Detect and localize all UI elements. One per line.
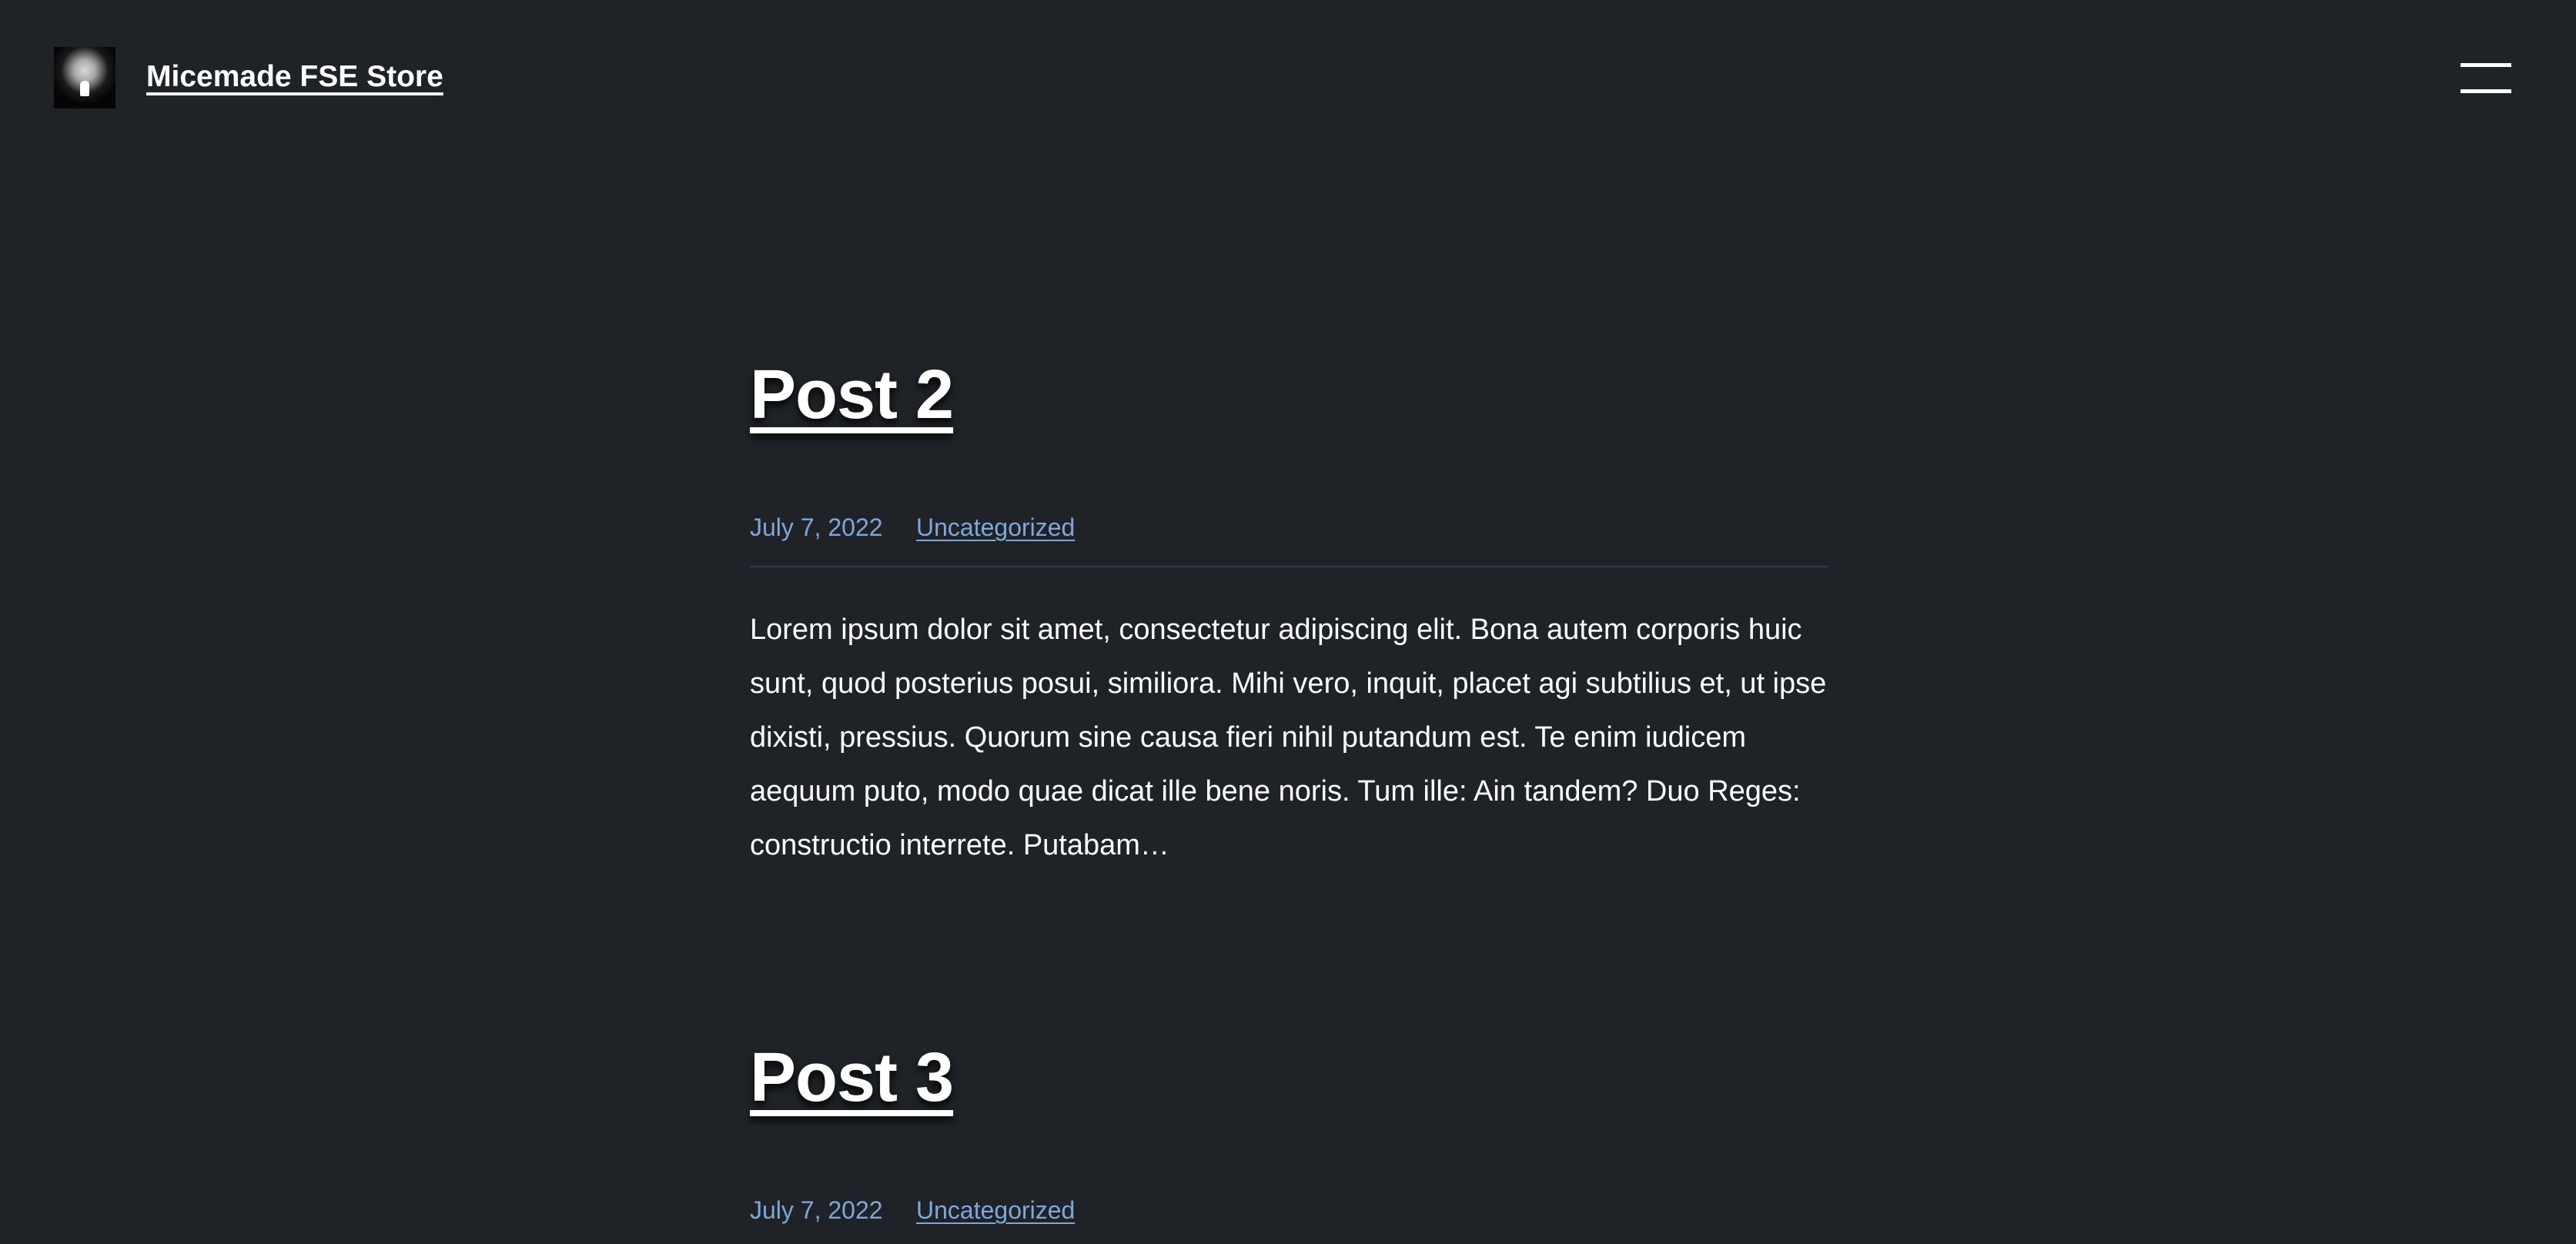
hamburger-menu-icon[interactable] [2461, 60, 2511, 97]
post-category-link[interactable]: Uncategorized [916, 512, 1075, 543]
logo-figure [80, 81, 89, 96]
post-item: Post 3 July 7, 2022 Uncategorized [750, 1033, 1828, 1224]
post-item: Post 2 July 7, 2022 Uncategorized Lorem … [750, 350, 1828, 861]
site-title-link[interactable]: Micemade FSE Store [146, 57, 443, 97]
site-header: Micemade FSE Store [0, 0, 2576, 158]
menu-bar-top [2461, 63, 2511, 67]
site-logo-icon[interactable] [54, 47, 115, 109]
post-title-link[interactable]: Post 2 [750, 350, 954, 440]
post-meta: July 7, 2022 Uncategorized [750, 512, 1828, 543]
post-divider [750, 566, 1828, 567]
menu-bar-bottom [2461, 89, 2511, 93]
page: Micemade FSE Store Post 2 July 7, 2022 U… [0, 0, 2576, 1244]
post-date: July 7, 2022 [750, 513, 883, 541]
post-excerpt: Lorem ipsum dolor sit amet, consectetur … [750, 614, 1827, 861]
post-date: July 7, 2022 [750, 1196, 883, 1224]
post-meta: July 7, 2022 Uncategorized [750, 1195, 1828, 1226]
post-title-link[interactable]: Post 3 [750, 1033, 954, 1122]
post-category-link[interactable]: Uncategorized [916, 1195, 1075, 1226]
